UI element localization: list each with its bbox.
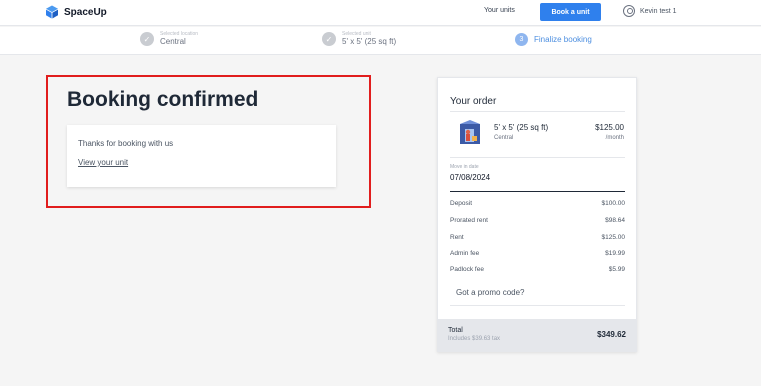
fee-label: Prorated rent bbox=[450, 217, 488, 224]
total-amount: $349.62 bbox=[597, 330, 626, 339]
unit-location: Central bbox=[494, 135, 514, 141]
fee-amount: $5.99 bbox=[608, 266, 625, 273]
step-value: Central bbox=[160, 37, 186, 46]
cube-logo-icon bbox=[46, 5, 58, 19]
booking-steps: ✓ Selected location Central ✓ Selected u… bbox=[0, 27, 761, 55]
user-menu[interactable]: Kevin test 1 bbox=[623, 5, 677, 17]
step-location[interactable]: ✓ Selected location Central bbox=[140, 31, 198, 47]
move-in-label: Move in date bbox=[450, 164, 479, 170]
fee-row: Admin fee $19.99 bbox=[450, 250, 625, 258]
promo-code-link[interactable]: Got a promo code? bbox=[456, 288, 524, 297]
fee-amount: $19.99 bbox=[605, 250, 625, 257]
fee-amount: $125.00 bbox=[601, 234, 626, 241]
tax-note: Includes $39.63 tax bbox=[448, 336, 501, 342]
step-active-label: Finalize booking bbox=[534, 35, 592, 44]
step-number: 3 bbox=[515, 33, 528, 46]
fee-amount: $98.64 bbox=[605, 217, 625, 224]
confirmation-message: Thanks for booking with us bbox=[78, 139, 174, 148]
fee-label: Deposit bbox=[450, 200, 473, 207]
top-nav: SpaceUp Your units Book a unit Kevin tes… bbox=[0, 0, 761, 26]
check-circle-icon: ✓ bbox=[140, 32, 154, 46]
order-title: Your order bbox=[450, 96, 497, 107]
fee-row: Padlock fee $5.99 bbox=[450, 266, 625, 274]
unit-price: $125.00 bbox=[595, 123, 624, 132]
fee-label: Padlock fee bbox=[450, 266, 484, 273]
user-circle-icon bbox=[623, 5, 635, 17]
fee-amount: $100.00 bbox=[601, 200, 626, 207]
brand-logo[interactable]: SpaceUp bbox=[45, 4, 107, 20]
total-bar: Total Includes $39.63 tax $349.62 bbox=[438, 319, 636, 352]
move-in-date: 07/08/2024 bbox=[450, 173, 491, 182]
divider bbox=[450, 111, 625, 112]
brand-name: SpaceUp bbox=[64, 6, 107, 18]
storage-unit-image bbox=[460, 120, 480, 144]
order-summary: Your order 5' x 5' (25 sq ft) Central $1… bbox=[437, 77, 637, 352]
fee-row: Rent $125.00 bbox=[450, 234, 625, 242]
fee-row: Deposit $100.00 bbox=[450, 200, 625, 208]
your-units-link[interactable]: Your units bbox=[484, 7, 515, 14]
fee-row: Prorated rent $98.64 bbox=[450, 217, 625, 225]
view-unit-link[interactable]: View your unit bbox=[78, 158, 128, 167]
step-unit[interactable]: ✓ Selected unit 5' x 5' (25 sq ft) bbox=[322, 31, 396, 47]
divider bbox=[450, 191, 625, 192]
unit-name: 5' x 5' (25 sq ft) bbox=[494, 123, 549, 132]
user-name: Kevin test 1 bbox=[640, 7, 677, 15]
fee-label: Admin fee bbox=[450, 250, 480, 257]
book-unit-button[interactable]: Book a unit bbox=[540, 3, 601, 21]
total-label: Total bbox=[448, 327, 463, 334]
divider bbox=[450, 157, 625, 158]
divider bbox=[450, 305, 625, 306]
unit-price-period: /month bbox=[605, 135, 624, 141]
fee-label: Rent bbox=[450, 234, 464, 241]
step-finalize: 3 Finalize booking bbox=[515, 33, 592, 46]
page-title: Booking confirmed bbox=[67, 88, 259, 111]
booking-confirmed-panel: Booking confirmed Thanks for booking wit… bbox=[46, 75, 371, 208]
confirmation-card: Thanks for booking with us View your uni… bbox=[67, 125, 336, 187]
check-circle-icon: ✓ bbox=[322, 32, 336, 46]
step-value: 5' x 5' (25 sq ft) bbox=[342, 37, 397, 46]
